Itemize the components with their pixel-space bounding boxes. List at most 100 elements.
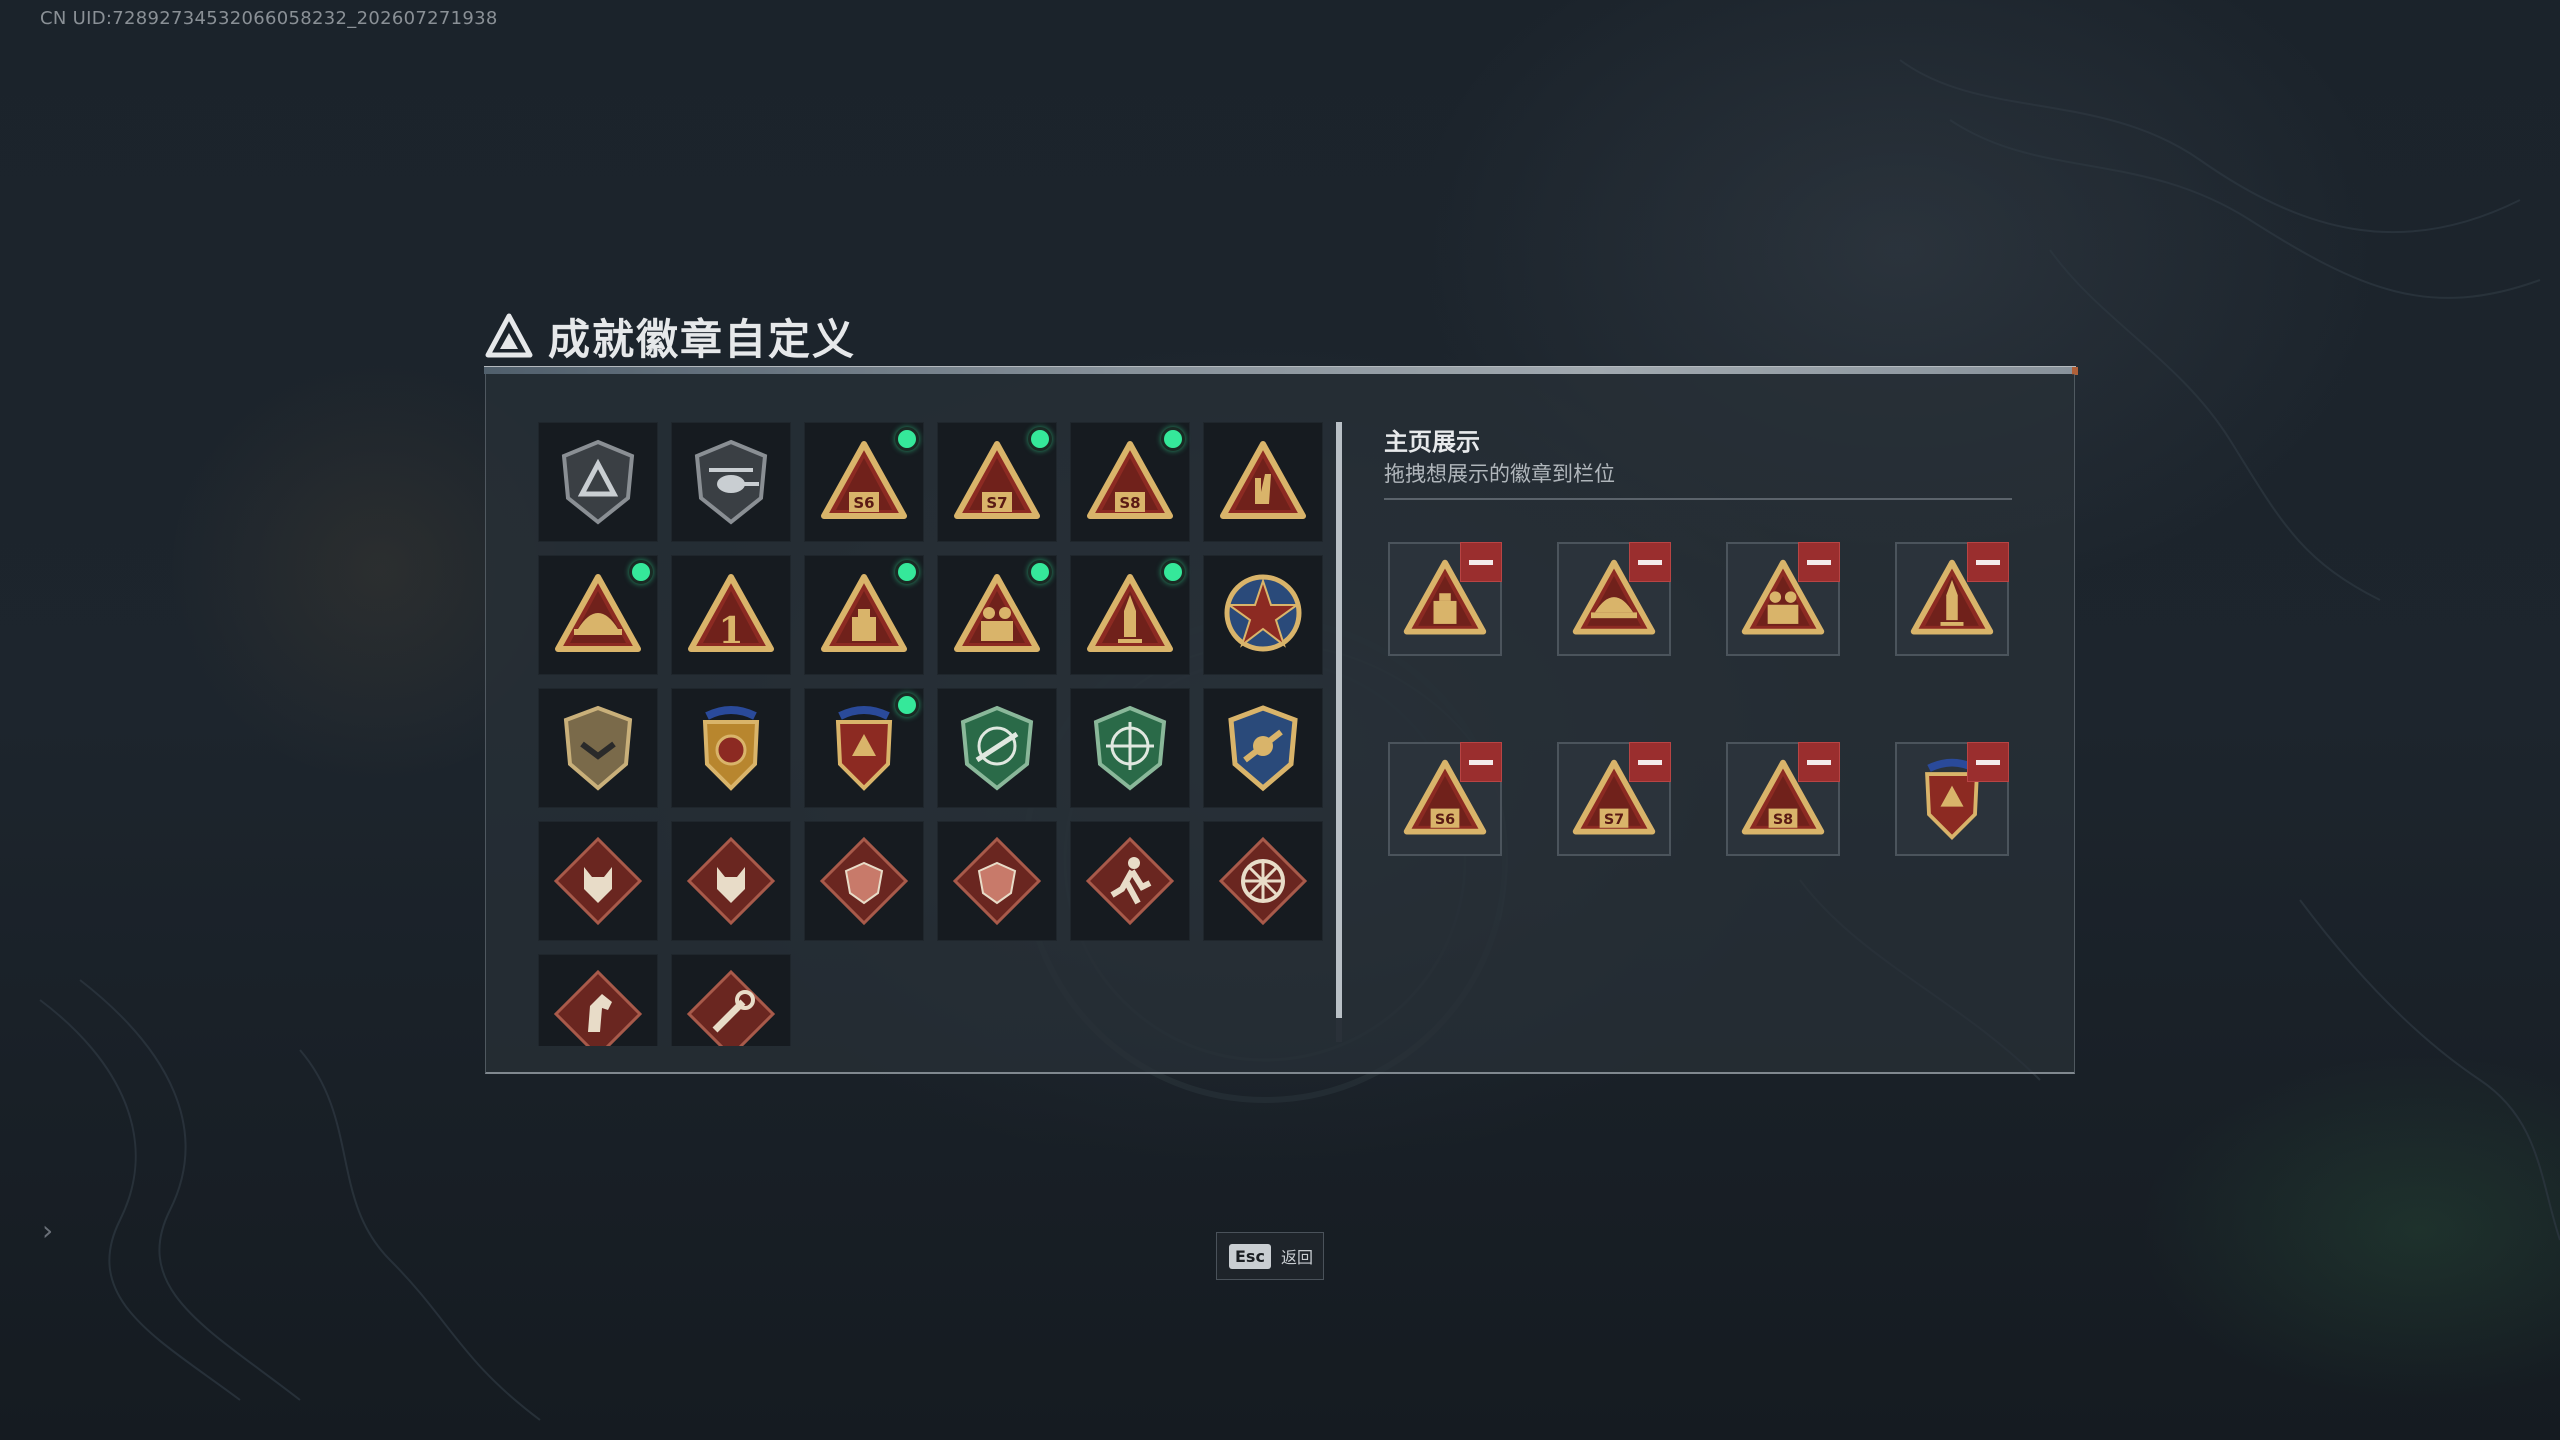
back-label: 返回 xyxy=(1280,1248,1313,1267)
badge-cell[interactable] xyxy=(1203,555,1323,675)
s7-triangle-badge-icon: S7 xyxy=(954,441,1040,519)
badge-cell[interactable] xyxy=(804,555,924,675)
remove-badge-button[interactable] xyxy=(1629,542,1671,582)
badge-grid-scrollbar[interactable] xyxy=(1336,422,1342,1042)
wolf-diamond-badge-icon xyxy=(686,836,776,926)
remove-badge-button[interactable] xyxy=(1798,742,1840,782)
tool-diamond-badge-icon xyxy=(686,969,776,1046)
new-badge-indicator xyxy=(1028,427,1052,451)
remove-badge-button[interactable] xyxy=(1460,542,1502,582)
new-badge-indicator xyxy=(1161,560,1185,584)
s8-triangle-badge-icon: S8 xyxy=(1087,441,1173,519)
number-one-triangle-badge-icon: 1 xyxy=(688,574,774,652)
badge-cell[interactable] xyxy=(937,555,1057,675)
runner-diamond-badge-icon xyxy=(1085,836,1175,926)
header-divider xyxy=(484,366,2078,375)
user-uid-label: CN UID:7289273453206605823​2_20260727193… xyxy=(40,8,498,29)
badge-cell[interactable] xyxy=(538,821,658,941)
page-title: 成就徽章自定义 xyxy=(548,314,857,364)
remove-badge-button[interactable] xyxy=(1798,542,1840,582)
showcase-slot[interactable] xyxy=(1557,542,1671,656)
badge-collection-grid: S6 S7 S8 1 xyxy=(538,422,1328,1046)
svg-text:S8: S8 xyxy=(1773,812,1793,828)
showcase-divider xyxy=(1384,498,2012,500)
badge-cell[interactable] xyxy=(538,555,658,675)
remove-badge-button[interactable] xyxy=(1460,742,1502,782)
minus-icon xyxy=(1469,759,1493,765)
dragon-diamond-badge-icon xyxy=(819,836,909,926)
showcase-slot[interactable]: S8 xyxy=(1726,742,1840,856)
badge-cell[interactable] xyxy=(671,821,791,941)
badge-cell[interactable] xyxy=(804,688,924,808)
badge-cell[interactable] xyxy=(937,688,1057,808)
triangle-shield-badge-icon xyxy=(561,439,635,525)
gold-shield-stars-badge-icon xyxy=(702,706,760,791)
showcase-slot[interactable] xyxy=(1895,542,2009,656)
remove-badge-button[interactable] xyxy=(1629,742,1671,782)
new-badge-indicator xyxy=(629,560,653,584)
esc-key-hint: Esc xyxy=(1229,1243,1271,1269)
new-badge-indicator xyxy=(895,427,919,451)
minus-icon xyxy=(1638,759,1662,765)
showcase-slot[interactable] xyxy=(1388,542,1502,656)
showcase-slot[interactable]: S6 xyxy=(1388,742,1502,856)
wolf-diamond-badge-icon xyxy=(553,836,643,926)
svg-text:S7: S7 xyxy=(986,494,1007,512)
badge-cell[interactable]: S6 xyxy=(804,422,924,542)
supply-box-triangle-badge-icon xyxy=(821,574,907,652)
dragon-diamond-badge-icon xyxy=(952,836,1042,926)
new-badge-indicator xyxy=(1161,427,1185,451)
badge-cell[interactable] xyxy=(1203,422,1323,542)
svg-text:S8: S8 xyxy=(1119,494,1140,512)
svg-text:S7: S7 xyxy=(1604,812,1624,828)
minus-icon xyxy=(1638,559,1662,565)
green-crosshair-badge-icon xyxy=(1093,705,1167,791)
rocket-triangle-badge-icon xyxy=(1087,574,1173,652)
gold-wreath-shield-badge-icon xyxy=(1228,705,1298,792)
green-rifle-crosshair-badge-icon xyxy=(960,705,1034,791)
remove-badge-button[interactable] xyxy=(1967,742,2009,782)
badge-cell[interactable] xyxy=(671,422,791,542)
s6-triangle-badge-icon: S6 xyxy=(821,441,907,519)
badge-cell[interactable] xyxy=(538,422,658,542)
badge-cell[interactable] xyxy=(1203,821,1323,941)
badge-cell[interactable]: S7 xyxy=(937,422,1057,542)
badge-cell[interactable] xyxy=(1070,555,1190,675)
showcase-subtitle: 拖拽想展示的徽章到栏位 xyxy=(1384,462,1615,486)
new-badge-indicator xyxy=(895,560,919,584)
svg-text:S6: S6 xyxy=(853,494,874,512)
badge-cell[interactable] xyxy=(671,688,791,808)
delta-logo-icon xyxy=(485,313,533,358)
showcase-title: 主页展示 xyxy=(1384,428,1480,456)
badge-cell[interactable] xyxy=(1203,688,1323,808)
new-badge-indicator xyxy=(1028,560,1052,584)
badge-cell[interactable] xyxy=(538,954,658,1046)
back-button[interactable]: Esc 返回 xyxy=(1216,1232,1324,1280)
badge-cell[interactable]: 1 xyxy=(671,555,791,675)
badge-cell[interactable] xyxy=(1070,821,1190,941)
badge-cell[interactable] xyxy=(1070,688,1190,808)
horse-diamond-badge-icon xyxy=(553,969,643,1046)
showcase-slot[interactable] xyxy=(1726,542,1840,656)
badge-cell[interactable]: S8 xyxy=(1070,422,1190,542)
soldiers-triangle-badge-icon xyxy=(954,574,1040,652)
badge-cell[interactable] xyxy=(937,821,1057,941)
badge-cell[interactable] xyxy=(671,954,791,1046)
badge-cell[interactable] xyxy=(804,821,924,941)
badge-cell[interactable] xyxy=(538,688,658,808)
minus-icon xyxy=(1469,559,1493,565)
scrollbar-thumb[interactable] xyxy=(1336,422,1342,1018)
chevron-left-icon: › xyxy=(42,1214,54,1247)
svg-text:1: 1 xyxy=(718,610,743,652)
helmet-triangle-badge-icon xyxy=(555,574,641,652)
rank-chevron-shield-badge-icon xyxy=(563,705,633,791)
minus-icon xyxy=(1807,559,1831,565)
showcase-slot[interactable] xyxy=(1895,742,2009,856)
showcase-slot[interactable]: S7 xyxy=(1557,742,1671,856)
red-shield-stars-badge-icon xyxy=(835,706,893,791)
hand-sign-triangle-badge-icon xyxy=(1220,441,1306,519)
minus-icon xyxy=(1976,759,2000,765)
minus-icon xyxy=(1807,759,1831,765)
remove-badge-button[interactable] xyxy=(1967,542,2009,582)
star-compass-medal-icon xyxy=(1224,574,1302,652)
